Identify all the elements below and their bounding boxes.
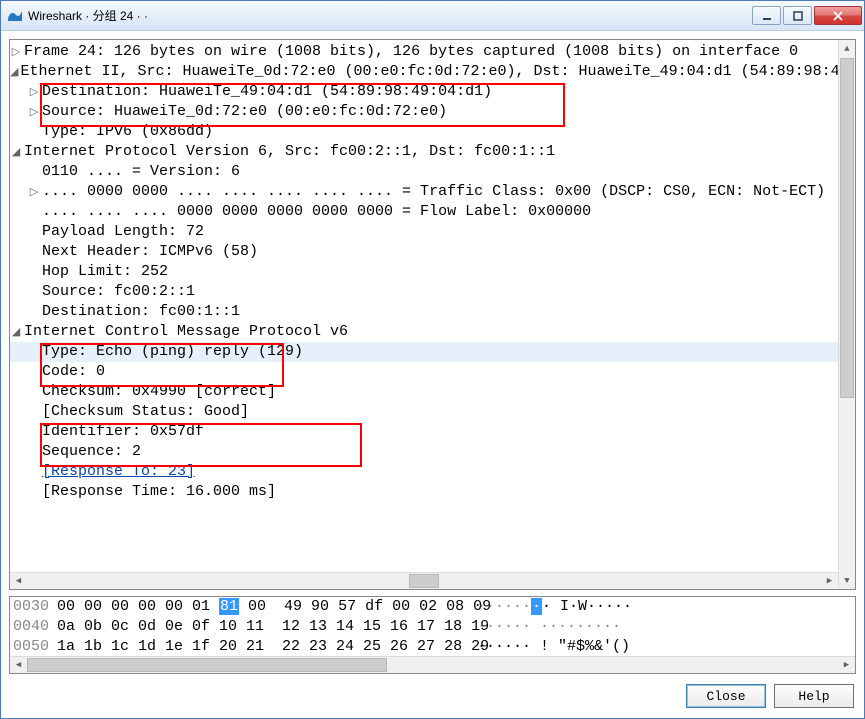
hex-ascii: ········ I·W····· [477,597,632,617]
packet-details-tree[interactable]: ▷ Frame 24: 126 bytes on wire (1008 bits… [10,40,838,589]
tree-row-ipv6-payload-length[interactable]: · Payload Length: 72 [10,222,838,242]
tree-row-ipv6[interactable]: ◢ Internet Protocol Version 6, Src: fc00… [10,142,838,162]
details-h-scrollbar[interactable]: ◀ ▶ [10,572,838,589]
tree-row-frame[interactable]: ▷ Frame 24: 126 bytes on wire (1008 bits… [10,42,838,62]
close-button[interactable] [814,6,862,25]
scroll-thumb[interactable] [27,658,387,672]
expander-icon[interactable]: ▷ [28,182,40,202]
hex-bytes: 00 00 00 00 00 01 81 00 49 90 57 df 00 0… [57,597,477,617]
hex-ascii: ······ ! "#$%&'() [477,637,630,657]
titlebar-title: Wireshark · 分组 24 · · [28,7,752,24]
tree-row-ipv6-traffic-class[interactable]: ▷ .... 0000 0000 .... .... .... .... ...… [10,182,838,202]
tree-row-ipv6-hop-limit[interactable]: · Hop Limit: 252 [10,262,838,282]
tree-text[interactable]: [Response To: 23] [42,462,195,482]
tree-row-eth-type[interactable]: · Type: IPv6 (0x86dd) [10,122,838,142]
hex-row[interactable]: 0040 0a 0b 0c 0d 0e 0f 10 11 12 13 14 15… [10,617,855,637]
details-v-scrollbar[interactable]: ▲ ▼ [838,40,855,589]
tree-row-ipv6-dst[interactable]: · Destination: fc00:1::1 [10,302,838,322]
tree-text: Type: Echo (ping) reply (129) [42,342,303,362]
tree-text: Frame 24: 126 bytes on wire (1008 bits),… [24,42,798,62]
tree-text: Internet Protocol Version 6, Src: fc00:2… [24,142,555,162]
tree-text: Code: 0 [42,362,105,382]
tree-text: Destination: HuaweiTe_49:04:d1 (54:89:98… [42,82,492,102]
minimize-button[interactable] [752,6,781,25]
tree-row-icmpv6-identifier[interactable]: · Identifier: 0x57df [10,422,838,442]
tree-row-icmpv6-checksum[interactable]: · Checksum: 0x4990 [correct] [10,382,838,402]
maximize-button[interactable] [783,6,812,25]
hex-offset: 0030 [13,597,57,617]
expander-icon[interactable]: ◢ [10,322,22,342]
tree-text: Next Header: ICMPv6 (58) [42,242,258,262]
tree-row-eth-dst[interactable]: ▷ Destination: HuaweiTe_49:04:d1 (54:89:… [10,82,838,102]
client-area: ▷ Frame 24: 126 bytes on wire (1008 bits… [1,31,864,718]
tree-row-icmpv6-sequence[interactable]: · Sequence: 2 [10,442,838,462]
tree-row-icmpv6-response-to[interactable]: · [Response To: 23] [10,462,838,482]
hex-offset: 0040 [13,617,57,637]
hex-row[interactable]: 0030 00 00 00 00 00 01 81 00 49 90 57 df… [10,597,855,617]
tree-row-ipv6-flow-label[interactable]: · .... .... .... 0000 0000 0000 0000 000… [10,202,838,222]
scroll-down-icon[interactable]: ▼ [839,572,855,589]
expander-icon[interactable]: ◢ [10,62,18,82]
tree-text: .... 0000 0000 .... .... .... .... .... … [42,182,825,202]
dialog-button-row: Close Help [9,680,856,710]
expander-icon[interactable]: ▷ [10,42,22,62]
packet-details-panel: ▷ Frame 24: 126 bytes on wire (1008 bits… [9,39,856,590]
tree-text: Internet Control Message Protocol v6 [24,322,348,342]
scroll-thumb[interactable] [409,574,439,588]
tree-text: Checksum: 0x4990 [correct] [42,382,276,402]
expander-icon[interactable]: ▷ [28,82,40,102]
help-button[interactable]: Help [774,684,854,708]
expander-icon[interactable]: ◢ [10,142,22,162]
tree-row-ipv6-next-header[interactable]: · Next Header: ICMPv6 (58) [10,242,838,262]
titlebar[interactable]: Wireshark · 分组 24 · · [1,1,864,31]
scroll-left-icon[interactable]: ◀ [10,571,27,589]
tree-text: Destination: fc00:1::1 [42,302,240,322]
titlebar-buttons [752,6,862,25]
tree-text: Sequence: 2 [42,442,141,462]
hex-offset: 0050 [13,637,57,657]
tree-text: Hop Limit: 252 [42,262,168,282]
tree-row-icmpv6-response-time[interactable]: · [Response Time: 16.000 ms] [10,482,838,502]
tree-row-ipv6-src[interactable]: · Source: fc00:2::1 [10,282,838,302]
tree-row-eth-src[interactable]: ▷ Source: HuaweiTe_0d:72:e0 (00:e0:fc:0d… [10,102,838,122]
scroll-right-icon[interactable]: ▶ [821,571,838,589]
expander-icon[interactable]: ▷ [28,102,40,122]
tree-text: 0110 .... = Version: 6 [42,162,240,182]
tree-text: Identifier: 0x57df [42,422,204,442]
scroll-thumb[interactable] [840,58,854,398]
tree-row-ethernet[interactable]: ◢ Ethernet II, Src: HuaweiTe_0d:72:e0 (0… [10,62,838,82]
hex-bytes: 1a 1b 1c 1d 1e 1f 20 21 22 23 24 25 26 2… [57,637,477,657]
scroll-right-icon[interactable]: ▶ [838,655,855,674]
hex-h-scrollbar[interactable]: ◀ ▶ [10,656,855,673]
tree-text: Source: fc00:2::1 [42,282,195,302]
tree-text: Ethernet II, Src: HuaweiTe_0d:72:e0 (00:… [20,62,838,82]
tree-text: Source: HuaweiTe_0d:72:e0 (00:e0:fc:0d:7… [42,102,447,122]
tree-row-ipv6-version[interactable]: · 0110 .... = Version: 6 [10,162,838,182]
hex-row[interactable]: 0050 1a 1b 1c 1d 1e 1f 20 21 22 23 24 25… [10,637,855,657]
wireshark-packet-window: Wireshark · 分组 24 · · ▷ Frame 24: 126 by… [0,0,865,719]
tree-row-icmpv6[interactable]: ◢ Internet Control Message Protocol v6 [10,322,838,342]
scroll-track[interactable] [27,657,838,673]
tree-row-icmpv6-type[interactable]: · Type: Echo (ping) reply (129) [10,342,838,362]
tree-row-icmpv6-checksum-status[interactable]: · [Checksum Status: Good] [10,402,838,422]
scroll-up-icon[interactable]: ▲ [839,40,855,57]
close-dialog-button[interactable]: Close [686,684,766,708]
tree-text: Type: IPv6 (0x86dd) [42,122,213,142]
tree-text: [Checksum Status: Good] [42,402,249,422]
packet-bytes-panel[interactable]: 0030 00 00 00 00 00 01 81 00 49 90 57 df… [9,596,856,674]
hex-ascii: ······ ········· [477,617,621,637]
selected-byte: 81 [219,598,239,615]
scroll-track[interactable] [27,573,821,589]
wireshark-icon [7,8,23,24]
tree-text: Payload Length: 72 [42,222,204,242]
scroll-left-icon[interactable]: ◀ [10,655,27,674]
tree-row-icmpv6-code[interactable]: · Code: 0 [10,362,838,382]
tree-text: [Response Time: 16.000 ms] [42,482,276,502]
tree-text: .... .... .... 0000 0000 0000 0000 0000 … [42,202,591,222]
hex-bytes: 0a 0b 0c 0d 0e 0f 10 11 12 13 14 15 16 1… [57,617,477,637]
